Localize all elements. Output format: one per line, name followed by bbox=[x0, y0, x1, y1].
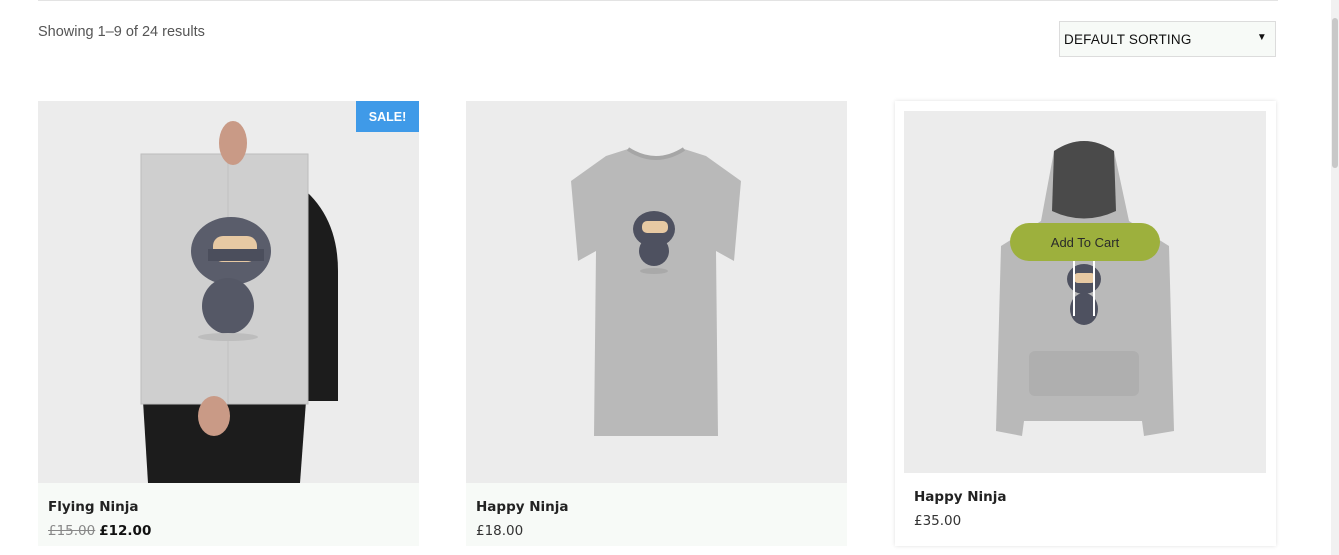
sale-badge: SALE! bbox=[356, 101, 419, 132]
product-card[interactable]: SALE! Flying Ninja £15.00 £12.00 bbox=[38, 101, 419, 546]
add-to-cart-button[interactable]: Add To Cart bbox=[1010, 223, 1160, 261]
result-count: Showing 1–9 of 24 results bbox=[38, 24, 205, 40]
tshirt-image bbox=[466, 101, 847, 483]
product-title[interactable]: Happy Ninja bbox=[476, 499, 569, 515]
product-price: £15.00 £12.00 bbox=[48, 523, 151, 539]
poster-image bbox=[38, 101, 419, 483]
top-divider bbox=[38, 0, 1278, 1]
product-image-hoodie[interactable]: Add To Cart bbox=[904, 111, 1266, 473]
sort-select[interactable]: DEFAULT SORTING ▼ bbox=[1059, 21, 1276, 57]
hoodie-image bbox=[904, 111, 1266, 473]
product-title[interactable]: Flying Ninja bbox=[48, 499, 139, 515]
product-title[interactable]: Happy Ninja bbox=[914, 489, 1007, 505]
scrollbar[interactable] bbox=[1331, 0, 1339, 555]
scrollbar-thumb[interactable] bbox=[1332, 18, 1338, 168]
old-price: £15.00 bbox=[48, 523, 96, 539]
product-card[interactable]: Add To Cart Happy Ninja £35.00 bbox=[895, 101, 1276, 546]
product-price: £18.00 bbox=[476, 523, 524, 539]
product-image-tshirt[interactable] bbox=[466, 101, 847, 483]
product-image-poster[interactable] bbox=[38, 101, 419, 483]
sort-select-value: DEFAULT SORTING bbox=[1064, 31, 1192, 47]
product-price: £35.00 bbox=[914, 513, 962, 529]
product-card[interactable]: Happy Ninja £18.00 bbox=[466, 101, 847, 546]
chevron-down-icon: ▼ bbox=[1256, 32, 1267, 43]
sale-price: £12.00 bbox=[99, 523, 152, 539]
